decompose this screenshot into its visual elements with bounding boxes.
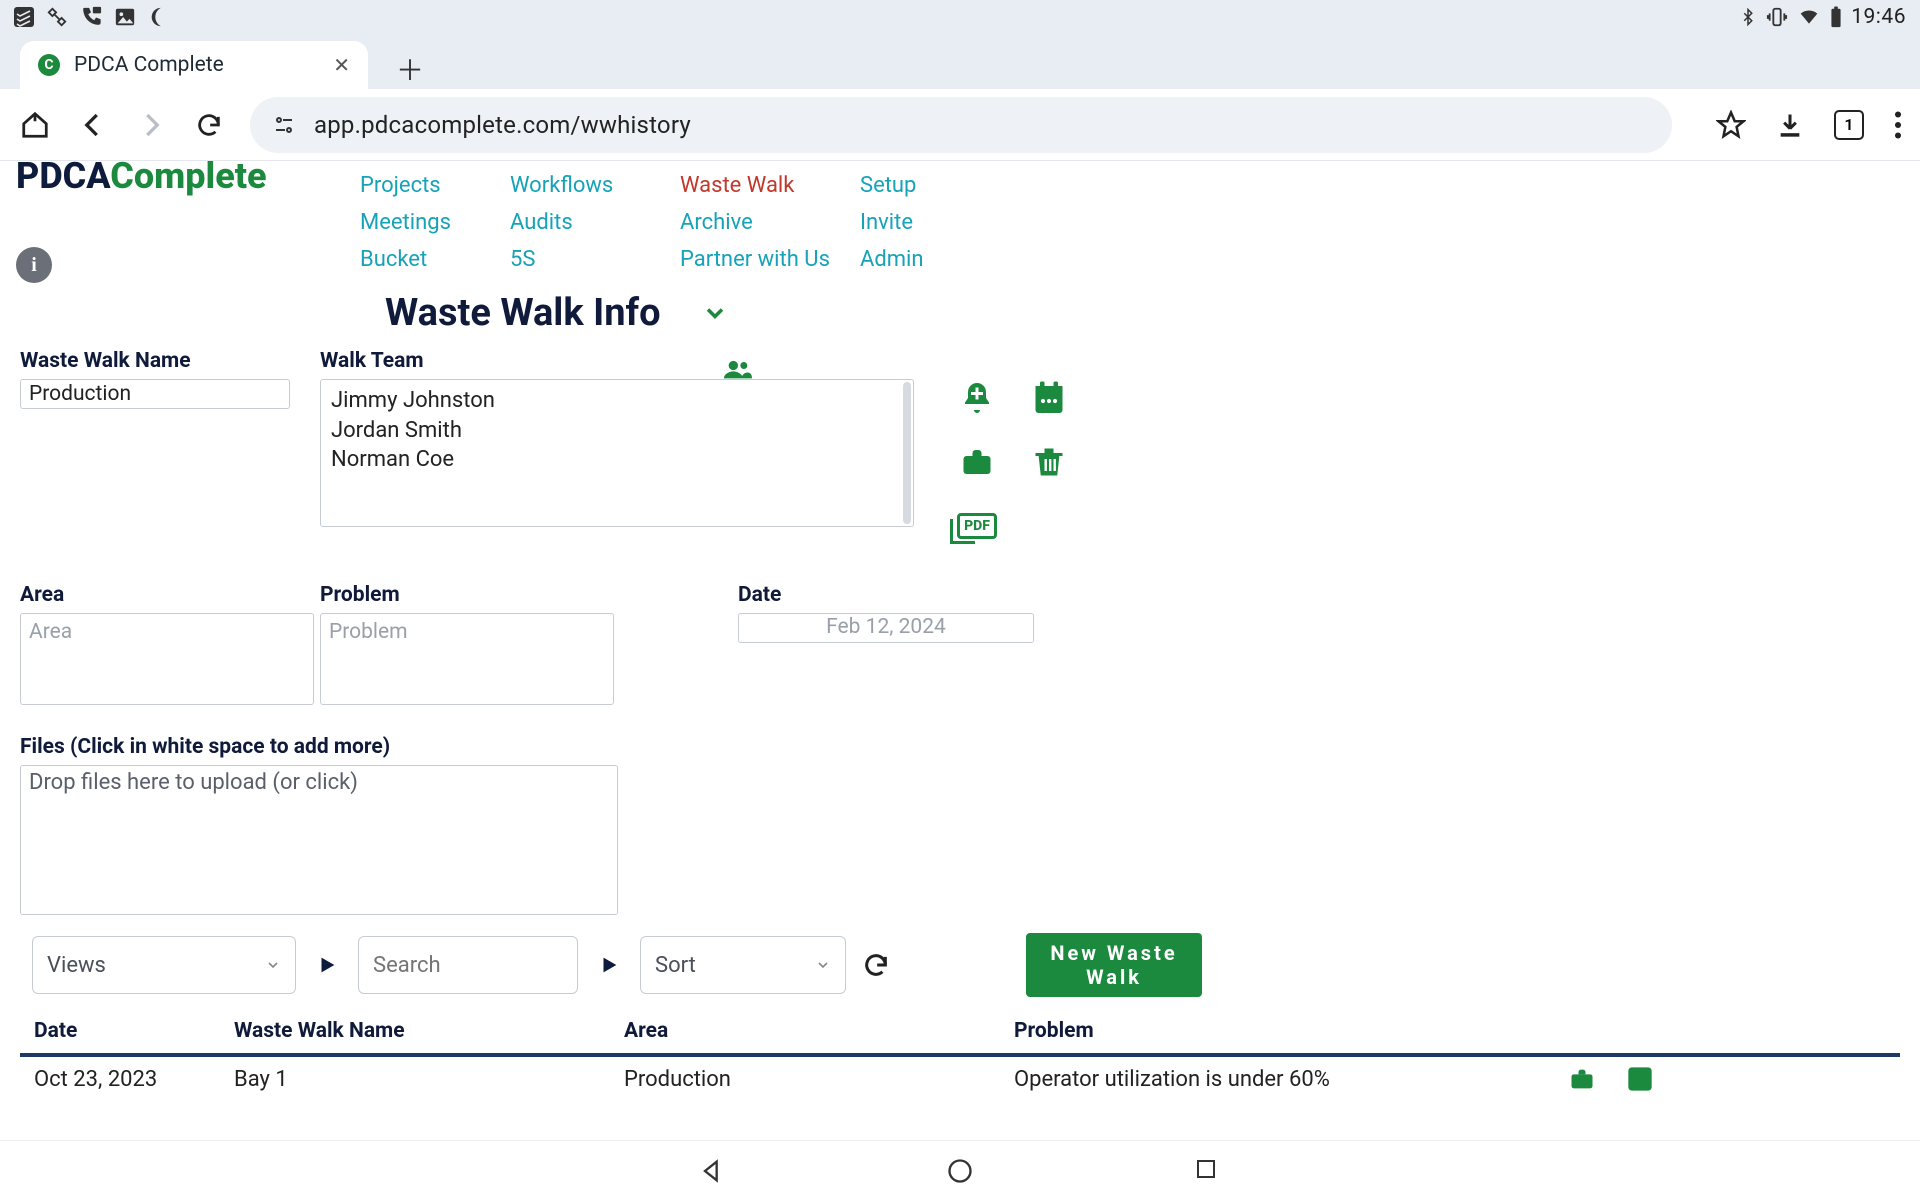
nav-projects[interactable]: Projects [360,173,510,198]
android-home-icon[interactable] [946,1157,974,1185]
nav-admin[interactable]: Admin [860,247,980,272]
vibrate-icon [1765,6,1789,28]
cell-problem: Operator utilization is under 60% [1014,1067,1554,1092]
wifi-icon [1797,7,1821,27]
browser-toolbar: app.pdcacomplete.com/wwhistory 1 [0,89,1920,161]
battery-icon [1829,6,1843,28]
app-logo: PDCAComplete [16,161,267,197]
briefcase-icon[interactable] [950,435,1004,489]
close-tab-icon[interactable]: ✕ [333,53,350,77]
nav-audits[interactable]: Audits [510,210,680,235]
chevron-down-icon [265,957,281,973]
label-area: Area [20,583,320,607]
sort-select[interactable]: Sort [640,936,846,994]
col-name[interactable]: Waste Walk Name [234,1019,624,1043]
android-back-icon[interactable] [698,1157,726,1185]
download-icon[interactable] [1776,111,1804,139]
star-icon[interactable] [1716,110,1746,140]
play-icon[interactable] [312,950,342,980]
tab-favicon: C [38,54,60,76]
url-text: app.pdcacomplete.com/wwhistory [314,111,691,139]
wastewalk-table: Date Waste Walk Name Area Problem Oct 23… [20,1015,1900,1101]
team-member: Jimmy Johnston [331,386,903,416]
files-dropzone[interactable]: Drop files here to upload (or click) [20,765,618,915]
info-icon[interactable]: i [16,247,52,283]
refresh-icon[interactable] [862,951,890,979]
nav-setup[interactable]: Setup [860,173,980,198]
walk-team-list[interactable]: Jimmy Johnston Jordan Smith Norman Coe [320,379,914,527]
android-recents-icon[interactable] [1194,1157,1222,1185]
android-status-bar: 19:46 [0,0,1920,34]
wastewalk-name-input[interactable] [20,379,290,409]
views-select-label: Views [47,953,106,978]
bluetooth-icon [1739,6,1757,28]
forward-icon [134,108,168,142]
nav-invite[interactable]: Invite [860,210,980,235]
nav-archive[interactable]: Archive [680,210,860,235]
play-icon[interactable] [594,950,624,980]
home-icon[interactable] [18,108,52,142]
area-input[interactable]: Area [20,613,314,705]
problem-input[interactable]: Problem [320,613,614,705]
label-name: Waste Walk Name [20,349,320,373]
address-bar[interactable]: app.pdcacomplete.com/wwhistory [250,97,1672,153]
new-wastewalk-button[interactable]: New Waste Walk [1026,933,1202,997]
briefcase-icon[interactable] [1568,1065,1596,1093]
nav-workflows[interactable]: Workflows [510,173,680,198]
nav-bucket[interactable]: Bucket [360,247,510,272]
search-input[interactable] [358,936,578,994]
edit-icon[interactable] [1626,1065,1654,1093]
app-viewport: PDCAComplete i Projects Workflows Waste … [0,161,1920,1140]
kebab-menu-icon[interactable] [1894,111,1902,139]
views-select[interactable]: Views [32,936,296,994]
label-files: Files (Click in white space to add more) [20,735,1900,759]
reload-icon[interactable] [192,108,226,142]
section-title: Waste Walk Info [385,291,661,335]
primary-nav: Projects Workflows Waste Walk Setup Meet… [360,173,980,272]
people-icon[interactable] [724,359,752,379]
chevron-down-icon[interactable] [701,299,729,327]
col-problem[interactable]: Problem [1014,1019,1554,1043]
nav-5s[interactable]: 5S [510,247,680,272]
nav-meetings[interactable]: Meetings [360,210,510,235]
sort-select-label: Sort [655,953,696,978]
col-area[interactable]: Area [624,1019,1014,1043]
browser-tab[interactable]: C PDCA Complete ✕ [20,41,368,89]
route-icon [46,6,68,28]
site-settings-icon[interactable] [272,113,296,137]
label-team: Walk Team [320,349,424,373]
todoist-icon [14,7,34,27]
new-tab-button[interactable]: ＋ [390,49,430,89]
browser-tab-strip: C PDCA Complete ✕ ＋ [0,34,1920,89]
label-date: Date [738,583,1038,607]
moon-icon [148,6,170,28]
android-nav-bar [0,1140,1920,1200]
label-problem: Problem [320,583,620,607]
cell-date: Oct 23, 2023 [34,1067,234,1092]
phone-icon [80,6,102,28]
cell-area: Production [624,1067,1014,1092]
nav-partner[interactable]: Partner with Us [680,247,860,272]
team-member: Norman Coe [331,445,903,475]
pdf-icon[interactable]: PDF [950,499,1004,553]
table-row[interactable]: Oct 23, 2023 Bay 1 Production Operator u… [20,1057,1900,1101]
calendar-icon[interactable] [1022,371,1076,425]
team-member: Jordan Smith [331,416,903,446]
col-date[interactable]: Date [34,1019,234,1043]
trash-icon[interactable] [1022,435,1076,489]
image-icon [114,6,136,28]
add-alert-icon[interactable] [950,371,1004,425]
cell-name: Bay 1 [234,1067,624,1092]
chevron-down-icon [815,957,831,973]
nav-wastewalk[interactable]: Waste Walk [680,173,860,198]
clock-time: 19:46 [1851,5,1906,29]
tab-count-button[interactable]: 1 [1834,110,1864,140]
tab-title: PDCA Complete [74,53,319,77]
date-input[interactable]: Feb 12, 2024 [738,613,1034,643]
back-icon[interactable] [76,108,110,142]
